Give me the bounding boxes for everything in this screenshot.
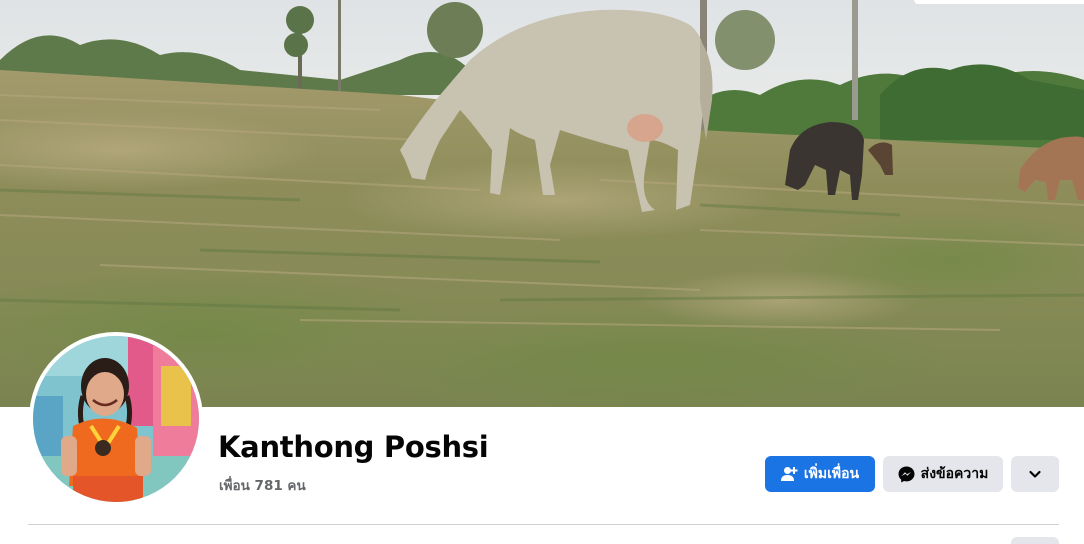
tab-overflow-button[interactable] [1011,537,1059,544]
profile-name: Kanthong Poshsi [218,430,489,464]
add-friend-label: เพิ่มเพื่อน [803,466,860,482]
messenger-icon [898,466,915,483]
message-button[interactable]: ส่งข้อความ [883,456,1003,492]
add-friend-icon [780,466,798,483]
profile-header-divider [28,524,1059,525]
friend-count-link[interactable]: เพื่อน 781 คน [219,474,306,496]
message-label: ส่งข้อความ [920,466,989,482]
profile-picture[interactable] [33,336,199,502]
profile-page: Kanthong Poshsi เพื่อน 781 คน เพิ่มเพื่อ… [0,0,1084,544]
cover-corner-tab [914,0,1084,4]
chevron-down-icon [1028,467,1042,481]
add-friend-button[interactable]: เพิ่มเพื่อน [765,456,875,492]
more-options-button[interactable] [1011,456,1059,492]
